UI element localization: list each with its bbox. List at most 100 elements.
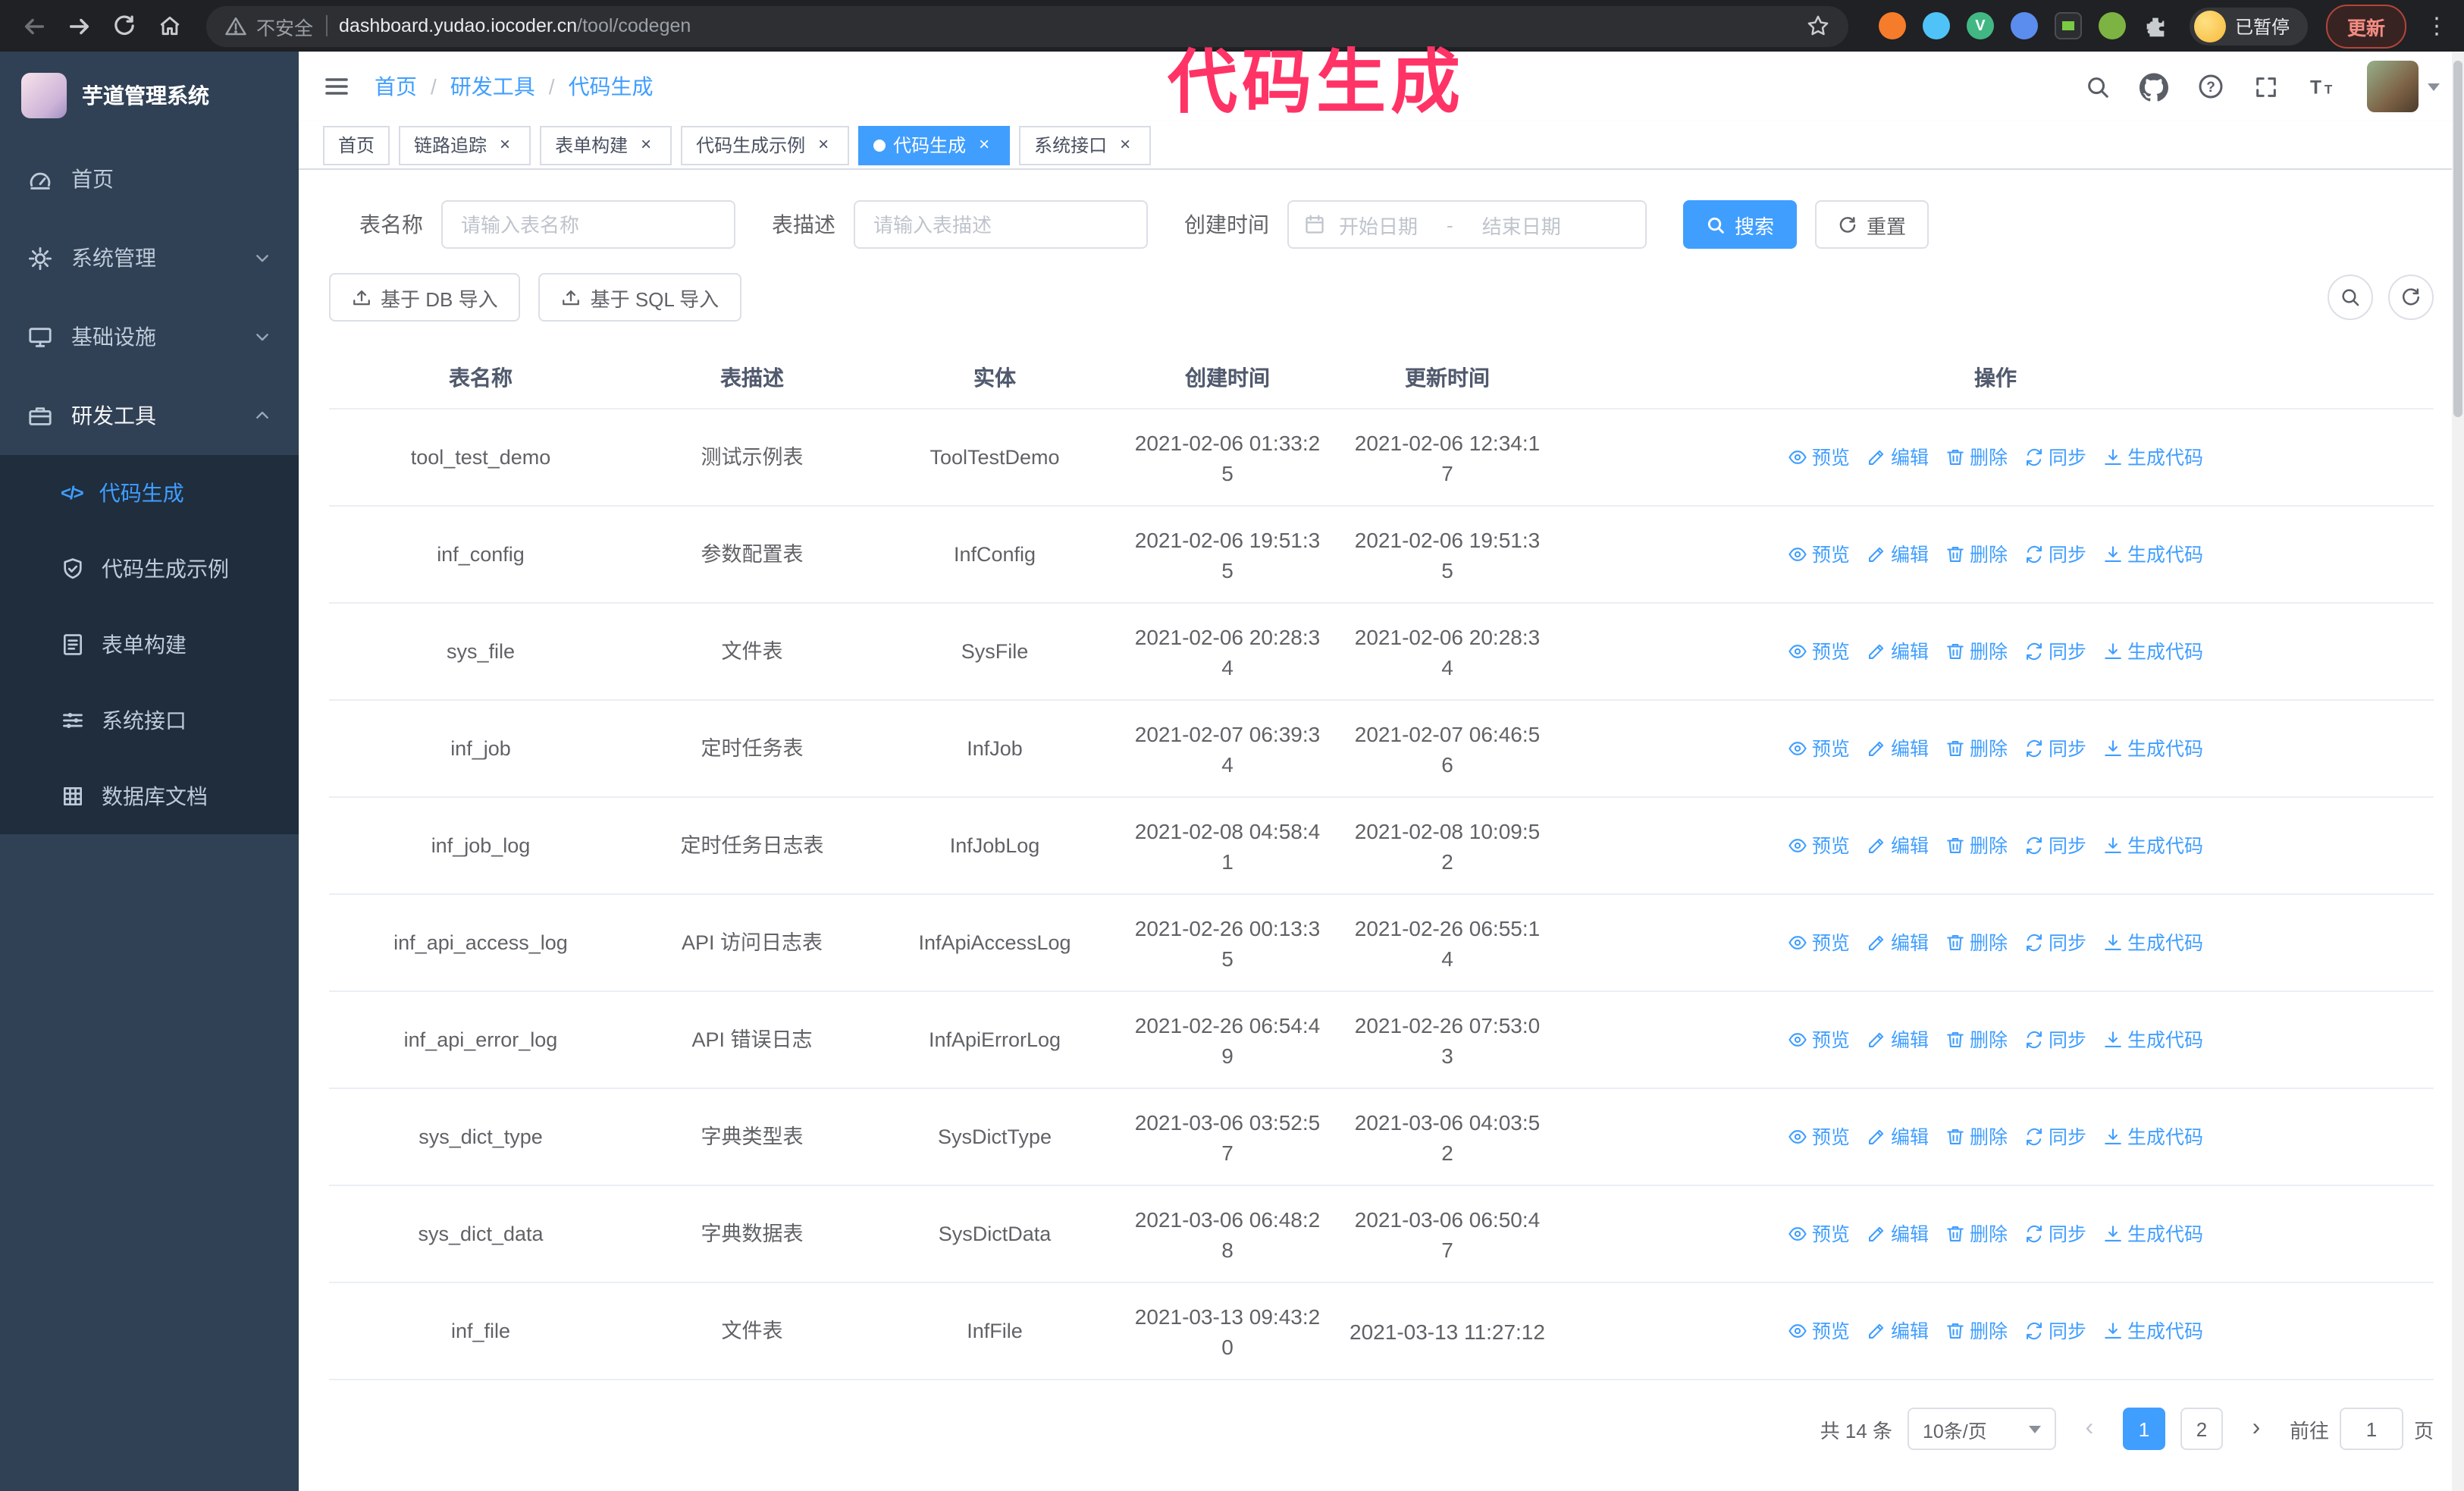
edit-link[interactable]: 编辑 [1867,830,1929,861]
import-db-button[interactable]: 基于 DB 导入 [329,273,521,322]
hamburger-icon[interactable] [323,73,350,100]
preview-link[interactable]: 预览 [1788,1219,1850,1249]
font-size-icon[interactable]: TT [2308,74,2338,99]
profile-chip[interactable]: 已暂停 [2189,7,2308,45]
home-icon[interactable] [152,8,188,44]
delete-link[interactable]: 删除 [1945,636,2008,667]
sync-link[interactable]: 同步 [2024,1316,2086,1346]
page-button-1[interactable]: 1 [2122,1408,2165,1450]
sidebar-item-form-builder[interactable]: 表单构建 [0,607,299,683]
tab-codegen[interactable]: 代码生成 × [858,125,1011,165]
extensions-puzzle-icon[interactable] [2143,13,2168,39]
edit-link[interactable]: 编辑 [1867,442,1929,472]
close-icon[interactable]: × [813,133,834,155]
scrollbar[interactable] [2452,52,2464,1491]
generate-code-link[interactable]: 生成代码 [2103,1219,2203,1249]
bookmark-star-icon[interactable] [1806,14,1830,38]
edit-link[interactable]: 编辑 [1867,1122,1929,1152]
preview-link[interactable]: 预览 [1788,1025,1850,1055]
extension-icon[interactable] [2098,12,2126,39]
github-icon[interactable] [2140,72,2168,101]
edit-link[interactable]: 编辑 [1867,733,1929,764]
edit-link[interactable]: 编辑 [1867,539,1929,570]
extension-icon[interactable] [2010,12,2038,39]
table-desc-input[interactable] [854,200,1148,249]
preview-link[interactable]: 预览 [1788,539,1850,570]
delete-link[interactable]: 删除 [1945,539,2008,570]
page-size-select[interactable]: 10条/页 [1907,1408,2056,1450]
extension-icon[interactable] [1878,12,1906,39]
sync-link[interactable]: 同步 [2024,830,2086,861]
sidebar-item-codegen-example[interactable]: 代码生成示例 [0,531,299,607]
breadcrumb-item[interactable]: 研发工具 [450,71,535,102]
back-icon[interactable] [15,8,52,44]
delete-link[interactable]: 删除 [1945,830,2008,861]
generate-code-link[interactable]: 生成代码 [2103,442,2203,472]
logo[interactable]: 芋道管理系统 [0,52,299,140]
generate-code-link[interactable]: 生成代码 [2103,539,2203,570]
sync-link[interactable]: 同步 [2024,1219,2086,1249]
delete-link[interactable]: 删除 [1945,1025,2008,1055]
edit-link[interactable]: 编辑 [1867,1316,1929,1346]
sync-link[interactable]: 同步 [2024,636,2086,667]
breadcrumb-item[interactable]: 首页 [375,71,417,102]
edit-link[interactable]: 编辑 [1867,1219,1929,1249]
delete-link[interactable]: 删除 [1945,928,2008,958]
delete-link[interactable]: 删除 [1945,1122,2008,1152]
date-range-picker[interactable]: 开始日期 - 结束日期 [1287,200,1647,249]
edit-link[interactable]: 编辑 [1867,928,1929,958]
sidebar-item-codegen[interactable]: </> 代码生成 [0,455,299,531]
sidebar-item-db-doc[interactable]: 数据库文档 [0,758,299,834]
scrollbar-thumb[interactable] [2453,61,2462,417]
goto-page-input[interactable] [2339,1408,2403,1450]
preview-link[interactable]: 预览 [1788,1122,1850,1152]
tab-api[interactable]: 系统接口 × [1019,125,1152,165]
toggle-search-icon[interactable] [2328,275,2373,320]
tab-home[interactable]: 首页 [323,125,390,165]
close-icon[interactable]: × [635,133,657,155]
generate-code-link[interactable]: 生成代码 [2103,830,2203,861]
help-icon[interactable]: ? [2197,73,2224,100]
preview-link[interactable]: 预览 [1788,442,1850,472]
page-button-2[interactable]: 2 [2180,1408,2223,1450]
security-warning[interactable]: 不安全 [224,11,313,40]
preview-link[interactable]: 预览 [1788,733,1850,764]
forward-icon[interactable] [61,8,97,44]
delete-link[interactable]: 删除 [1945,442,2008,472]
reset-button[interactable]: 重置 [1815,200,1930,249]
sidebar-item-infra[interactable]: 基础设施 [0,297,299,376]
reload-icon[interactable] [106,8,143,44]
tab-tracing[interactable]: 链路追踪 × [399,125,531,165]
delete-link[interactable]: 删除 [1945,1219,2008,1249]
refresh-icon[interactable] [2388,275,2434,320]
breadcrumb-item[interactable]: 代码生成 [569,71,654,102]
delete-link[interactable]: 删除 [1945,1316,2008,1346]
sync-link[interactable]: 同步 [2024,733,2086,764]
extension-icon[interactable] [2054,12,2082,39]
delete-link[interactable]: 删除 [1945,733,2008,764]
tab-form-builder[interactable]: 表单构建 × [540,125,672,165]
preview-link[interactable]: 预览 [1788,636,1850,667]
generate-code-link[interactable]: 生成代码 [2103,1316,2203,1346]
sync-link[interactable]: 同步 [2024,442,2086,472]
chrome-menu-icon[interactable]: ⋮ [2425,12,2449,39]
preview-link[interactable]: 预览 [1788,1316,1850,1346]
sync-link[interactable]: 同步 [2024,1025,2086,1055]
address-bar[interactable]: 不安全 dashboard.yudao.iocoder.cn/tool/code… [206,5,1848,46]
search-icon[interactable] [2085,74,2111,99]
close-icon[interactable]: × [494,133,516,155]
sync-link[interactable]: 同步 [2024,539,2086,570]
generate-code-link[interactable]: 生成代码 [2103,928,2203,958]
next-page-button[interactable]: › [2238,1408,2274,1450]
prev-page-button[interactable]: ‹ [2071,1408,2108,1450]
sidebar-item-api[interactable]: 系统接口 [0,683,299,758]
table-name-input[interactable] [441,200,735,249]
generate-code-link[interactable]: 生成代码 [2103,1025,2203,1055]
sidebar-item-home[interactable]: 首页 [0,140,299,218]
sync-link[interactable]: 同步 [2024,1122,2086,1152]
edit-link[interactable]: 编辑 [1867,636,1929,667]
tab-codegen-example[interactable]: 代码生成示例 × [681,125,850,165]
generate-code-link[interactable]: 生成代码 [2103,636,2203,667]
user-menu[interactable] [2367,61,2440,112]
update-button[interactable]: 更新 [2325,4,2406,48]
